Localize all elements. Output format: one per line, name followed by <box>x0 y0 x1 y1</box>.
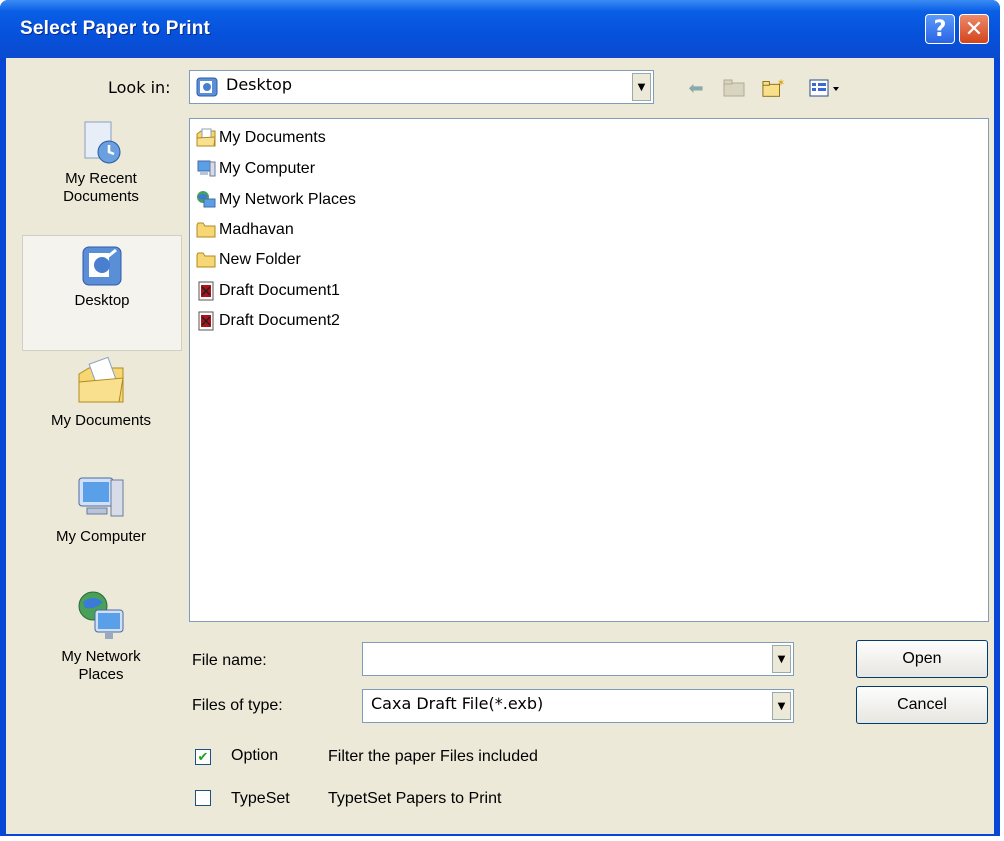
open-button[interactable]: Open <box>856 640 988 678</box>
list-item[interactable]: My Network Places <box>196 187 356 213</box>
up-folder-icon[interactable] <box>722 76 746 100</box>
file-name-dropdown-arrow[interactable]: ▼ <box>772 645 791 673</box>
file-name: Draft Document1 <box>219 282 340 299</box>
place-label: My Network <box>61 648 141 665</box>
network-places-icon <box>78 591 124 639</box>
place-my-computer[interactable]: My Computer <box>22 472 180 562</box>
look-in-label: Look in: <box>108 78 171 97</box>
option-description: Filter the paper Files included <box>328 748 538 765</box>
cancel-button[interactable]: Cancel <box>856 686 988 724</box>
places-bar: My Recent Documents Desktop My Documents… <box>22 118 182 718</box>
typeset-label: TypeSet <box>231 790 290 807</box>
list-item[interactable]: Draft Document1 <box>196 278 340 304</box>
desktop-icon <box>196 77 218 97</box>
draft-file-icon <box>198 311 214 331</box>
file-name: Madhavan <box>219 221 294 238</box>
list-item[interactable]: Draft Document2 <box>196 308 340 334</box>
files-of-type-dropdown[interactable]: Caxa Draft File(*.exb) ▼ <box>362 689 794 723</box>
files-of-type-value: Caxa Draft File(*.exb) <box>371 694 544 713</box>
place-label-line2: Places <box>78 666 124 683</box>
files-of-type-dropdown-arrow[interactable]: ▼ <box>772 692 791 720</box>
file-name: My Computer <box>219 160 316 177</box>
recent-documents-icon <box>84 121 121 164</box>
desktop-icon <box>82 246 122 286</box>
place-label-line2: Documents <box>63 188 139 205</box>
back-arrow-icon[interactable]: ⬅ <box>684 76 708 100</box>
help-button[interactable]: ? <box>925 14 955 44</box>
option-checkbox[interactable]: ✔ <box>195 749 211 765</box>
file-name: My Network Places <box>219 191 356 208</box>
place-label: My Recent <box>65 170 137 187</box>
file-name: Draft Document2 <box>219 312 340 329</box>
title-bar[interactable]: Select Paper to Print ? ✕ <box>0 0 1000 58</box>
new-folder-icon[interactable]: ✶ <box>762 76 786 100</box>
my-computer-icon <box>78 477 124 517</box>
place-label: My Computer <box>55 528 147 545</box>
place-label: Desktop <box>74 292 130 309</box>
file-list[interactable]: My Documents My Computer My Network Plac… <box>189 118 989 622</box>
place-label: My Documents <box>50 412 152 429</box>
my-documents-icon <box>196 128 216 147</box>
file-name-input[interactable]: ▼ <box>362 642 794 676</box>
look-in-dropdown[interactable]: Desktop ▼ <box>189 70 654 104</box>
list-item[interactable]: New Folder <box>196 247 301 273</box>
svg-text:✶: ✶ <box>777 78 786 89</box>
look-in-value: Desktop <box>226 75 292 94</box>
files-of-type-label: Files of type: <box>192 697 283 714</box>
draft-file-icon <box>198 281 214 301</box>
file-name-label: File name: <box>192 652 267 669</box>
place-my-network-places[interactable]: My Network Places <box>22 588 180 698</box>
folder-icon <box>196 222 216 238</box>
typeset-checkbox[interactable] <box>195 790 211 806</box>
network-places-icon <box>197 191 216 208</box>
option-label: Option <box>231 747 279 764</box>
look-in-dropdown-arrow[interactable]: ▼ <box>632 73 651 101</box>
file-name: My Documents <box>219 129 326 146</box>
close-button[interactable]: ✕ <box>959 14 989 44</box>
list-item[interactable]: Madhavan <box>196 217 294 243</box>
list-item[interactable]: My Documents <box>196 125 326 151</box>
place-my-documents[interactable]: My Documents <box>22 356 180 442</box>
my-computer-icon <box>197 160 216 177</box>
place-my-recent-documents[interactable]: My Recent Documents <box>22 118 180 228</box>
list-item[interactable]: My Computer <box>196 156 315 182</box>
folder-icon <box>196 252 216 268</box>
file-name: New Folder <box>219 251 301 268</box>
typeset-description: TypetSet Papers to Print <box>328 790 502 807</box>
dialog-title: Select Paper to Print <box>20 18 211 39</box>
my-documents-icon <box>78 356 124 403</box>
view-menu-icon[interactable] <box>806 76 846 100</box>
place-desktop[interactable]: Desktop <box>22 235 182 351</box>
